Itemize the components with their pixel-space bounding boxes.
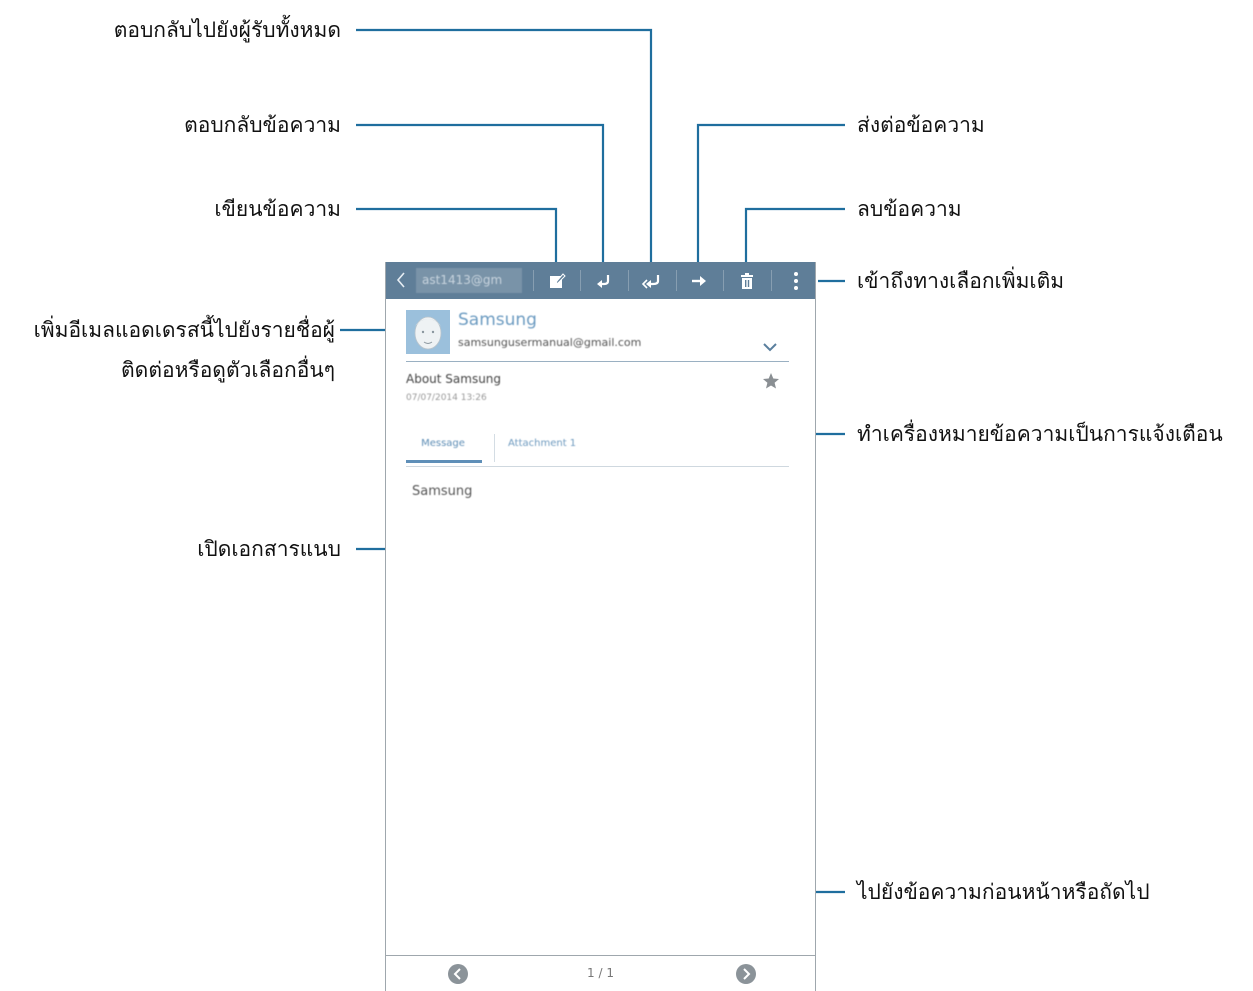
account-selector[interactable]: ast1413@gm bbox=[416, 268, 522, 293]
action-separator bbox=[771, 270, 772, 291]
sender-email: samsungusermanual@gmail.com bbox=[458, 336, 642, 349]
reply-icon[interactable] bbox=[590, 267, 618, 294]
tab-attachment[interactable]: Attachment 1 bbox=[508, 438, 576, 449]
callout-add-contact-line2: ติดต่อหรือดูตัวเลือกอื่นๆ bbox=[121, 358, 335, 382]
compose-icon[interactable] bbox=[543, 267, 571, 294]
action-separator bbox=[676, 270, 677, 291]
callout-reply-all: ตอบกลับไปยังผู้รับทั้งหมด bbox=[113, 18, 341, 42]
callout-reply: ตอบกลับข้อความ bbox=[184, 113, 341, 137]
callout-more-options: เข้าถึงทางเลือกเพิ่มเติม bbox=[857, 269, 1065, 293]
callout-compose: เขียนข้อความ bbox=[214, 197, 341, 221]
callout-delete: ลบข้อความ bbox=[857, 197, 962, 221]
tab-message-underline bbox=[406, 460, 482, 463]
reply-all-icon[interactable] bbox=[638, 267, 666, 294]
callout-mark-reminder: ทำเครื่องหมายข้อความเป็นการแจ้งเตือน bbox=[857, 422, 1223, 446]
sender-name: Samsung bbox=[458, 310, 537, 330]
callout-open-attachment: เปิดเอกสารแนบ bbox=[197, 537, 341, 561]
tab-separator bbox=[494, 434, 495, 462]
message-datetime: 07/07/2014 13:26 bbox=[406, 393, 487, 403]
callout-add-contact: เพิ่มอีเมลแอดเดรสนี้ไปยังรายชื่อผู้ ติดต… bbox=[34, 313, 335, 387]
header-divider bbox=[406, 361, 789, 362]
tabs-divider bbox=[406, 466, 789, 467]
back-icon[interactable] bbox=[392, 268, 410, 292]
tab-message[interactable]: Message bbox=[406, 438, 480, 449]
delete-icon[interactable] bbox=[733, 267, 761, 294]
star-icon[interactable] bbox=[762, 372, 780, 390]
action-separator bbox=[723, 270, 724, 291]
chevron-down-icon[interactable] bbox=[762, 338, 778, 352]
forward-icon[interactable] bbox=[685, 267, 713, 294]
next-message-icon[interactable] bbox=[735, 963, 757, 985]
message-subject: About Samsung bbox=[406, 372, 502, 386]
message-body: Samsung bbox=[412, 484, 473, 499]
callout-prev-next: ไปยังข้อความก่อนหน้าหรือถัดไป bbox=[857, 880, 1150, 904]
callout-forward: ส่งต่อข้อความ bbox=[857, 113, 985, 137]
email-view-screen: ast1413@gm Samsung samsungusermanual@gma… bbox=[385, 262, 816, 991]
action-separator bbox=[580, 270, 581, 291]
contact-avatar-icon[interactable] bbox=[406, 310, 450, 354]
more-options-icon[interactable] bbox=[782, 267, 810, 294]
action-bar: ast1413@gm bbox=[386, 262, 815, 299]
action-separator bbox=[628, 270, 629, 291]
footer-divider bbox=[386, 955, 815, 956]
callout-add-contact-line1: เพิ่มอีเมลแอดเดรสนี้ไปยังรายชื่อผู้ bbox=[33, 318, 335, 342]
action-separator bbox=[533, 270, 534, 291]
